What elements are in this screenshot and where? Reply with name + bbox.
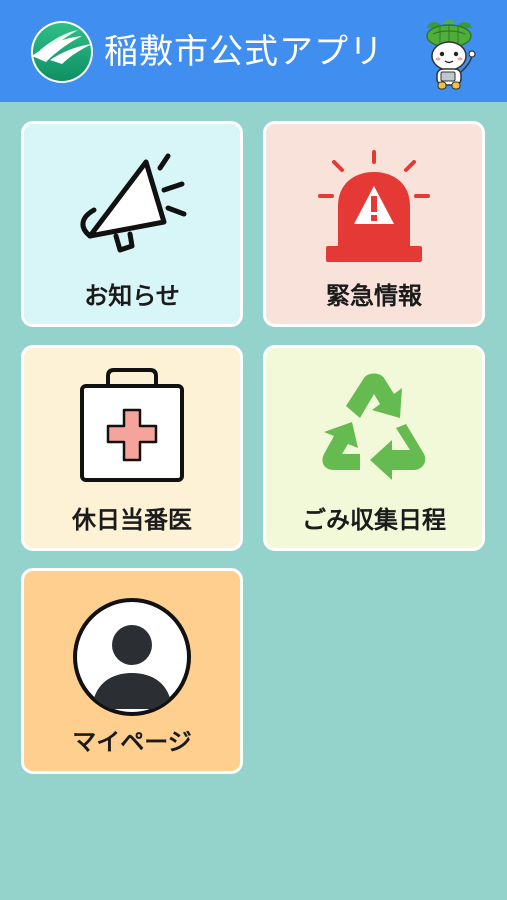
tile-label: お知らせ	[84, 282, 180, 310]
recycle-icon	[322, 373, 426, 480]
tile-label: 緊急情報	[326, 282, 422, 310]
tile-holiday-doctor[interactable]: 休日当番医	[21, 345, 243, 551]
city-emblem-icon	[31, 21, 93, 83]
tile-announcements[interactable]: お知らせ	[21, 121, 243, 327]
megaphone-icon	[80, 153, 187, 253]
tile-my-page[interactable]: マイページ	[21, 568, 243, 774]
user-avatar-icon	[73, 598, 191, 716]
tile-label: ごみ収集日程	[302, 506, 446, 534]
app-header: 稲敷市公式アプリ	[0, 0, 507, 102]
emergency-siren-icon	[318, 150, 430, 262]
tile-garbage-schedule[interactable]: ごみ収集日程	[263, 345, 485, 551]
city-mascot-icon	[426, 19, 476, 90]
tile-label: 休日当番医	[72, 506, 192, 534]
app-title: 稲敷市公式アプリ	[104, 32, 384, 72]
tile-emergency-info[interactable]: 緊急情報	[263, 121, 485, 327]
first-aid-kit-icon	[80, 368, 184, 482]
tile-label: マイページ	[72, 728, 192, 756]
